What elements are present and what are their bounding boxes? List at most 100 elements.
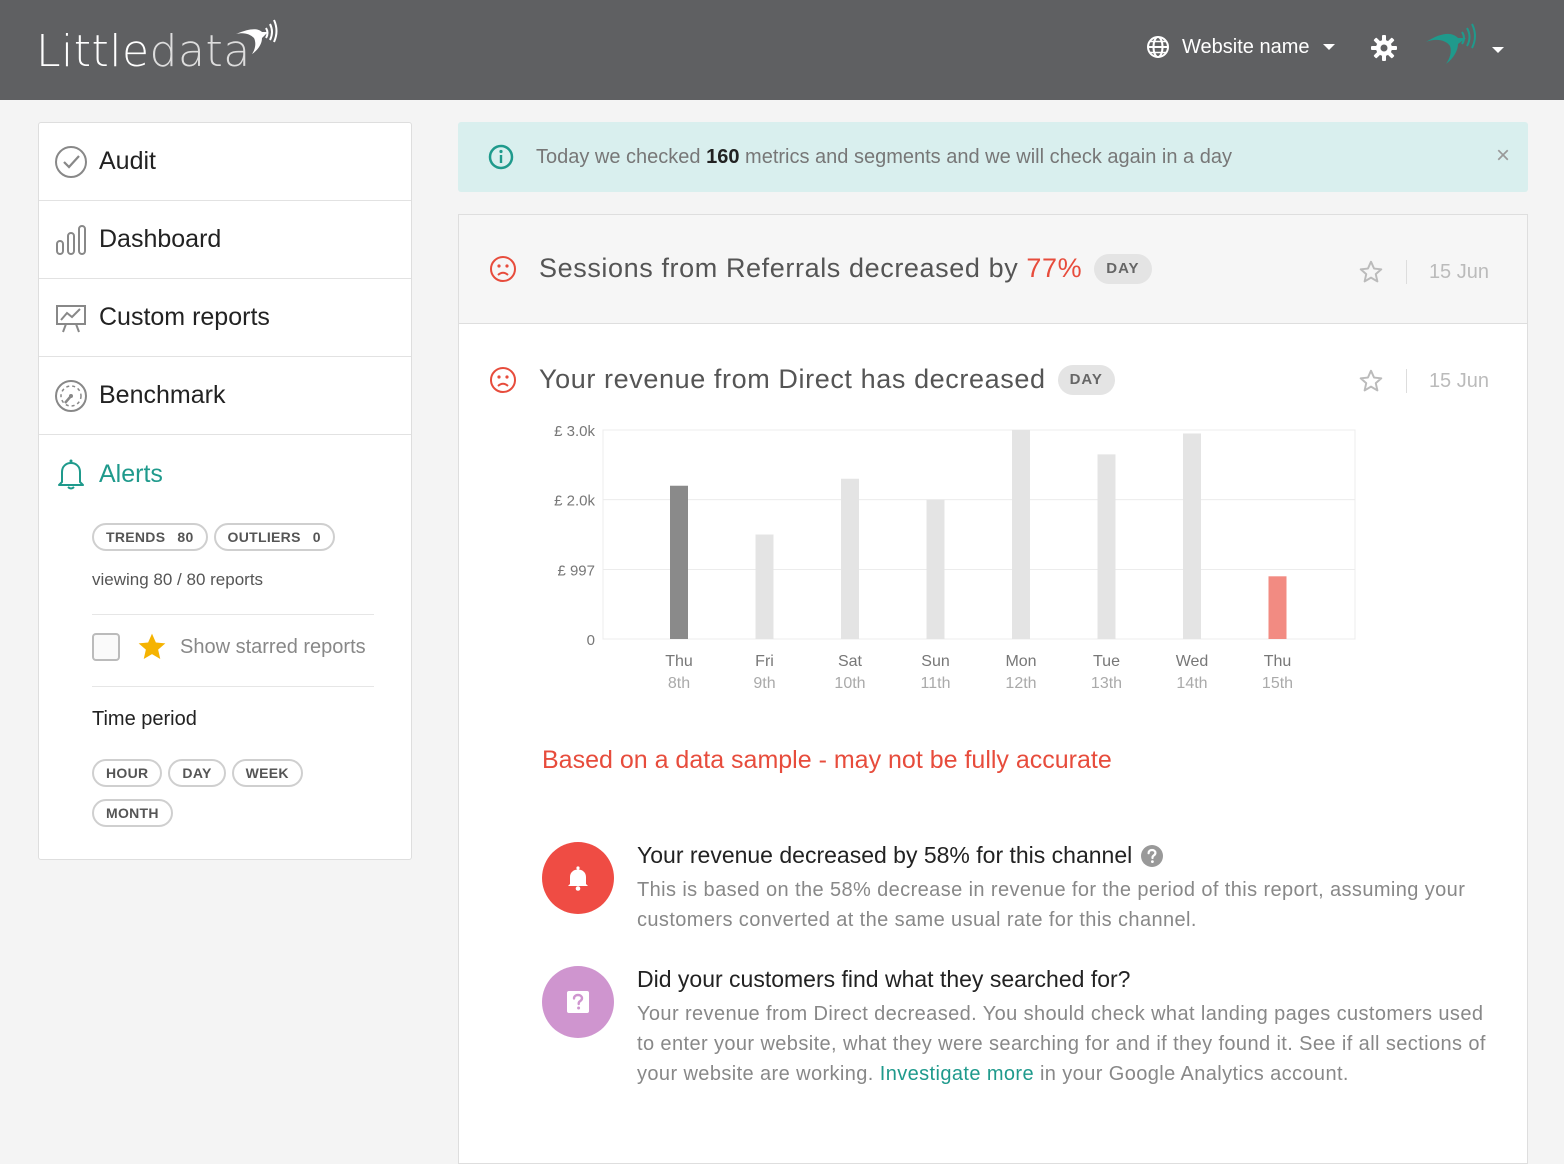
sidebar-item-label: Custom reports bbox=[99, 303, 270, 331]
chart-bar bbox=[1012, 430, 1030, 639]
sidebar-item-custom-reports[interactable]: Custom reports bbox=[39, 279, 411, 357]
bell-icon bbox=[542, 842, 614, 914]
sidebar-item-label: Benchmark bbox=[99, 381, 226, 409]
banner-text: Today we checked 160 metrics and segment… bbox=[536, 146, 1232, 169]
separator bbox=[1405, 369, 1407, 393]
insight-search-check: Did your customers find what they search… bbox=[542, 966, 1492, 1126]
star-outline-icon[interactable] bbox=[1358, 368, 1384, 394]
alert-change-percent: 77% bbox=[1026, 253, 1083, 283]
x-tick-sublabel: 15th bbox=[1262, 675, 1293, 692]
insight-description-text-end: in your Google Analytics account. bbox=[1034, 1063, 1349, 1085]
gauge-icon bbox=[53, 378, 89, 414]
sad-face-icon bbox=[490, 366, 516, 393]
x-tick-label: Sun bbox=[921, 653, 949, 670]
x-tick-label: Wed bbox=[1176, 653, 1209, 670]
alert-date: 15 Jun bbox=[1428, 260, 1489, 283]
bar-chart-icon bbox=[53, 222, 89, 258]
chevron-down-icon bbox=[1323, 44, 1336, 50]
sidebar-item-alerts[interactable]: Alerts bbox=[39, 435, 411, 513]
top-bar: Littledata Website name bbox=[0, 0, 1564, 100]
data-sample-warning: Based on a data sample - may not be full… bbox=[542, 746, 1112, 774]
bell-icon bbox=[53, 456, 89, 492]
chart-bar bbox=[841, 478, 859, 639]
insight-body: Did your customers find what they search… bbox=[637, 966, 1492, 1089]
insight-body: Your revenue decreased by 58% for this c… bbox=[637, 842, 1492, 935]
sidebar-item-audit[interactable]: Audit bbox=[39, 123, 411, 201]
outliers-label: OUTLIERS bbox=[227, 529, 301, 545]
show-starred-label[interactable]: Show starred reports bbox=[180, 636, 366, 659]
outliers-filter[interactable]: OUTLIERS 0 bbox=[213, 523, 335, 551]
info-banner: Today we checked 160 metrics and segment… bbox=[458, 122, 1528, 192]
alert-title: Sessions from Referrals decreased by 77% bbox=[539, 253, 1082, 284]
star-filled-icon bbox=[138, 633, 166, 659]
period-week[interactable]: WEEK bbox=[231, 759, 303, 787]
chevron-down-icon bbox=[1492, 47, 1504, 53]
x-tick-label: Sat bbox=[838, 653, 863, 670]
x-tick-label: Tue bbox=[1093, 653, 1120, 670]
period-badge: DAY bbox=[1057, 364, 1115, 395]
globe-icon bbox=[1147, 36, 1169, 58]
question-icon bbox=[542, 966, 614, 1038]
viewing-count: viewing 80 / 80 reports bbox=[92, 570, 264, 589]
starred-filter-row: Show starred reports bbox=[92, 631, 366, 663]
chart-bar bbox=[926, 499, 945, 639]
star-outline-icon[interactable] bbox=[1358, 259, 1384, 285]
gear-icon[interactable] bbox=[1370, 34, 1398, 62]
sad-face-icon bbox=[490, 255, 516, 282]
divider bbox=[92, 686, 374, 687]
x-tick-sublabel: 11th bbox=[921, 675, 951, 692]
x-tick-sublabel: 13th bbox=[1091, 675, 1122, 692]
sidebar-item-label: Audit bbox=[99, 147, 156, 175]
x-tick-label: Thu bbox=[665, 653, 693, 670]
user-avatar-bird-icon bbox=[1426, 23, 1476, 64]
time-period-filters: HOUR DAY WEEK MONTH bbox=[92, 759, 322, 827]
trends-filter[interactable]: TRENDS 80 bbox=[92, 523, 208, 551]
insight-description: This is based on the 58% decrease in rev… bbox=[637, 879, 1466, 931]
x-tick-label: Fri bbox=[755, 653, 774, 670]
chart-bar bbox=[1183, 433, 1201, 639]
alert-meta: 15 Jun bbox=[1358, 259, 1489, 285]
y-tick-label: 0 bbox=[587, 632, 595, 649]
alert-card[interactable]: Sessions from Referrals decreased by 77%… bbox=[458, 214, 1528, 324]
chart-bar bbox=[1268, 576, 1287, 639]
alert-header: Sessions from Referrals decreased by 77%… bbox=[489, 253, 1152, 284]
x-tick-sublabel: 12th bbox=[1005, 675, 1036, 692]
investigate-more-link[interactable]: Investigate more bbox=[880, 1063, 1034, 1085]
user-menu[interactable] bbox=[1424, 20, 1508, 70]
period-day[interactable]: DAY bbox=[168, 759, 226, 787]
outliers-count: 0 bbox=[312, 529, 321, 545]
chart-bar bbox=[1097, 454, 1116, 639]
chart-bar bbox=[755, 534, 774, 639]
x-tick-label: Thu bbox=[1264, 653, 1292, 670]
period-hour[interactable]: HOUR bbox=[92, 759, 163, 787]
hummingbird-logo-icon bbox=[236, 19, 278, 54]
alert-title-text: Sessions from Referrals decreased by bbox=[539, 253, 1027, 283]
littledata-logo[interactable]: Littledata bbox=[36, 26, 251, 77]
chart-bar bbox=[670, 485, 688, 639]
time-period-title: Time period bbox=[92, 708, 197, 730]
trends-label: TRENDS bbox=[106, 529, 166, 545]
y-tick-label: £ 3.0k bbox=[554, 423, 595, 440]
insight-revenue-decrease: Your revenue decreased by 58% for this c… bbox=[542, 842, 1492, 942]
help-icon[interactable] bbox=[1140, 844, 1164, 868]
x-tick-sublabel: 14th bbox=[1176, 675, 1207, 692]
period-month[interactable]: MONTH bbox=[92, 799, 173, 827]
banner-metric-count: 160 bbox=[706, 145, 740, 168]
website-name-label: Website name bbox=[1182, 35, 1310, 58]
alert-type-filters: TRENDS 80 OUTLIERS 0 bbox=[92, 523, 335, 551]
logo-text-little: Little bbox=[36, 26, 150, 77]
chart-plot-frame bbox=[602, 429, 1356, 640]
separator bbox=[1405, 260, 1407, 284]
period-badge: DAY bbox=[1094, 253, 1152, 284]
chart-svg: 0 £ 997 £ 2.0k £ 3.0k Thu 8th Fri 9th Sat 10th Sun… bbox=[554, 423, 1356, 692]
sidebar-item-benchmark[interactable]: Benchmark bbox=[39, 357, 411, 435]
x-tick-label: Mon bbox=[1005, 653, 1036, 670]
insight-title: Did your customers find what they search… bbox=[637, 966, 1131, 992]
sidebar-item-dashboard[interactable]: Dashboard bbox=[39, 201, 411, 279]
check-circle-icon bbox=[53, 144, 89, 180]
show-starred-checkbox[interactable] bbox=[92, 633, 120, 661]
close-banner-button[interactable]: × bbox=[1496, 144, 1510, 168]
website-selector[interactable]: Website name bbox=[1146, 32, 1336, 62]
trends-count: 80 bbox=[177, 529, 194, 545]
info-icon bbox=[488, 144, 514, 170]
